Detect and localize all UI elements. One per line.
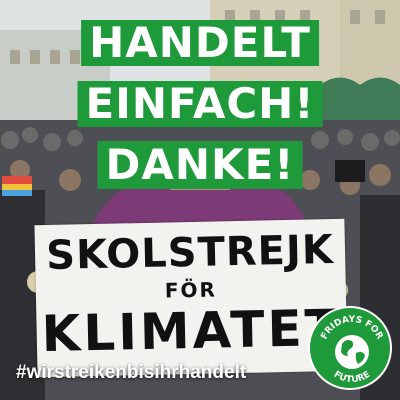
svg-text:FUTURE: FUTURE: [332, 370, 373, 385]
protest-sign: SKOLSTREJK FÖR KLIMATET: [34, 218, 348, 378]
fridays-for-future-logo: FRIDAYS FOR FUTURE: [308, 306, 392, 390]
earth-globe-icon: FRIDAYS FOR FUTURE: [320, 315, 385, 385]
badge-bottom-text: FUTURE: [332, 370, 373, 385]
sign-line-3: KLIMATET: [41, 298, 343, 364]
headline-line-3: DANKE!: [97, 141, 303, 189]
headline-line-1: HANDELT: [81, 20, 319, 66]
hashtag-text: #wirstreikenbisihrhandelt: [16, 362, 247, 383]
headline-line-2: EINFACH!: [77, 81, 323, 127]
sign-line-1: SKOLSTREJK: [45, 227, 335, 280]
poster: HANDELT EINFACH! DANKE! SKOLSTREJK FÖR K…: [0, 0, 400, 400]
